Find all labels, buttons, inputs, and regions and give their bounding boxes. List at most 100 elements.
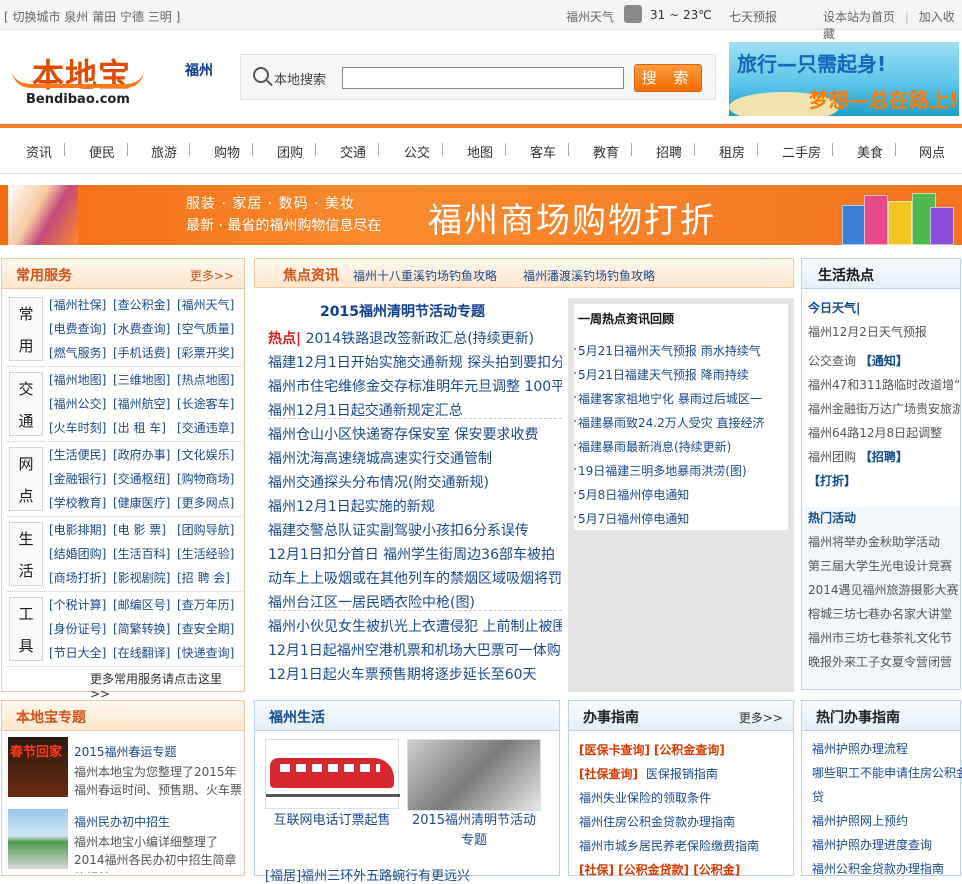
bus-news-1[interactable]: 福州47和311路临时改道增“ bbox=[808, 376, 960, 393]
service-link[interactable]: [长途客车] bbox=[177, 394, 241, 415]
fuzhou-life-caption-1[interactable]: 互联网电话订票起售 bbox=[265, 811, 399, 831]
groupbuy-link[interactable]: 福州团购 bbox=[808, 450, 856, 464]
service-link[interactable]: [查万年历] bbox=[177, 595, 241, 616]
set-home-link[interactable]: 设本站为首页 bbox=[823, 10, 895, 24]
activity-link[interactable]: 福州将举办金秋助学活动 bbox=[808, 533, 940, 550]
nav-item[interactable]: 交通 bbox=[340, 142, 366, 161]
service-link[interactable]: [电 影 票] bbox=[113, 520, 177, 541]
site-logo[interactable]: 本地宝 Bendibao.com bbox=[12, 44, 152, 110]
service-link[interactable]: [金融银行] bbox=[49, 469, 113, 490]
nav-item[interactable]: 网点 bbox=[919, 142, 945, 161]
focus-link-1[interactable]: 福州十八重溪钓场钓鱼攻略 bbox=[353, 267, 497, 284]
hot-guide-item[interactable]: 福州护照办理流程 bbox=[812, 737, 962, 761]
nav-item[interactable]: 招聘 bbox=[656, 142, 682, 161]
news-link[interactable]: 福州沈海高速绕城高速实行交通管制 bbox=[268, 448, 492, 468]
activity-link[interactable]: 福州市三坊七巷茶礼文化节 bbox=[808, 629, 952, 646]
service-link[interactable]: [团购导航] bbox=[177, 520, 241, 541]
medical-reimburse-link[interactable]: 医保报销指南 bbox=[646, 767, 718, 781]
search-input[interactable] bbox=[342, 67, 624, 89]
search-button[interactable]: 搜 索 bbox=[634, 64, 702, 92]
news-link[interactable]: 12月1日起火车票预售期将逐步延长至60天 bbox=[268, 664, 537, 684]
news-link[interactable]: 福建交警总队证实副驾驶小孩扣6分系误传 bbox=[268, 520, 529, 540]
hot-guide-item[interactable]: 福州公积金贷款办理指南 bbox=[812, 857, 962, 881]
service-link[interactable]: [商场打折] bbox=[49, 568, 113, 589]
focus-link-2[interactable]: 福州潘渡溪钓场钓鱼攻略 bbox=[523, 267, 655, 284]
topic-1-title[interactable]: 2015福州春运专题 bbox=[74, 743, 177, 760]
weekly-item[interactable]: 福建客家祖地宁化 暴雨过后城区一 bbox=[578, 390, 762, 407]
hot-guide-item[interactable]: 福州护照办理进度查询 bbox=[812, 833, 962, 857]
activity-link[interactable]: 榕城三坊七巷办名家大讲堂 bbox=[808, 605, 952, 622]
fuzhou-life-caption-2[interactable]: 2015福州清明节活动专题 bbox=[407, 811, 541, 851]
weekly-item[interactable]: 福建暴雨最新消息(持续更新) bbox=[578, 438, 731, 455]
nav-item[interactable]: 地图 bbox=[467, 142, 493, 161]
hot-news-link[interactable]: 2014铁路退改签新政汇总(持续更新) bbox=[306, 331, 535, 347]
travel-ad-banner[interactable]: 旅行—只需起身! 梦想—总在路上! bbox=[729, 42, 959, 116]
weather-item-link[interactable]: 福州12月2日天气预报 bbox=[808, 323, 927, 340]
news-headline[interactable]: 2015福州清明节活动专题 bbox=[320, 301, 485, 321]
service-link[interactable]: [结婚团购] bbox=[49, 544, 113, 565]
nav-item[interactable]: 资讯 bbox=[26, 142, 52, 161]
weekly-item[interactable]: 5月21日福州天气预报 雨水持续气 bbox=[578, 342, 761, 359]
nav-item[interactable]: 便民 bbox=[89, 142, 115, 161]
service-link[interactable]: [在线翻译] bbox=[113, 643, 177, 664]
service-link[interactable]: [三维地图] bbox=[113, 370, 177, 391]
guide-more-link[interactable]: 更多>> bbox=[739, 709, 783, 726]
service-link[interactable]: [查安全期] bbox=[177, 619, 241, 640]
service-link[interactable]: [火车时刻] bbox=[49, 418, 113, 439]
service-link[interactable]: [查公积金] bbox=[113, 295, 177, 316]
weekly-item[interactable]: 5月8日福州停电通知 bbox=[578, 486, 689, 503]
guide-bottom-tags[interactable]: [社保] [公积金贷款] [公积金] bbox=[579, 861, 740, 878]
service-link[interactable]: [电影排期] bbox=[49, 520, 113, 541]
guide-item[interactable]: 福州住房公积金贷款办理指南 bbox=[579, 813, 735, 830]
guide-item[interactable]: 福州失业保险的领取条件 bbox=[579, 789, 711, 806]
service-link[interactable]: [快递查询] bbox=[177, 643, 241, 664]
service-link[interactable]: [购物商场] bbox=[177, 469, 241, 490]
notice-tag[interactable]: 【通知】 bbox=[860, 354, 908, 368]
nav-item[interactable]: 公交 bbox=[404, 142, 430, 161]
nav-item[interactable]: 教育 bbox=[593, 142, 619, 161]
service-link[interactable]: [交通枢纽] bbox=[113, 469, 177, 490]
weekly-item[interactable]: 19日福建三明多地暴雨洪涝(图) bbox=[578, 462, 747, 479]
service-link[interactable]: [更多网点] bbox=[177, 493, 241, 514]
service-link[interactable]: [出 租 车] bbox=[113, 418, 177, 439]
service-link[interactable]: [邮编区号] bbox=[113, 595, 177, 616]
service-link[interactable]: [个税计算] bbox=[49, 595, 113, 616]
news-link[interactable]: 福州交通探头分布情况(附交通新规) bbox=[268, 472, 489, 492]
bus-news-2[interactable]: 福州金融街万达广场贵安旅游 bbox=[808, 400, 960, 417]
news-link[interactable]: 福州小伙见女生被扒光上衣遭侵犯 上前制止被围 bbox=[268, 616, 562, 636]
news-link[interactable]: 福州12月1日起实施的新规 bbox=[268, 496, 435, 516]
service-link[interactable]: [福州地图] bbox=[49, 370, 113, 391]
weather-city-link[interactable]: 福州天气 bbox=[566, 8, 614, 25]
service-link[interactable]: [政府办事] bbox=[113, 445, 177, 466]
service-link[interactable]: [影视剧院] bbox=[113, 568, 177, 589]
service-link[interactable]: [生活便民] bbox=[49, 445, 113, 466]
topic-2-title[interactable]: 福州民办初中招生 bbox=[74, 813, 170, 830]
nav-item[interactable]: 团购 bbox=[277, 142, 303, 161]
service-link[interactable]: [水费查询] bbox=[113, 319, 177, 340]
nav-item[interactable]: 美食 bbox=[857, 142, 883, 161]
service-link[interactable]: [招 聘 会] bbox=[177, 568, 241, 589]
service-link[interactable]: [健康医疗] bbox=[113, 493, 177, 514]
social-security-query-link[interactable]: [社保查询] bbox=[579, 767, 638, 781]
fund-query-link[interactable]: [公积金查询] bbox=[654, 743, 725, 757]
weekly-item[interactable]: 福建暴雨致24.2万人受灾 直接经济 bbox=[578, 414, 765, 431]
service-link[interactable]: [福州公交] bbox=[49, 394, 113, 415]
bus-news-3[interactable]: 福州64路12月8日起调整 bbox=[808, 424, 942, 441]
service-link[interactable]: [彩票开奖] bbox=[177, 343, 241, 364]
service-link[interactable]: [身份证号] bbox=[49, 619, 113, 640]
nav-item[interactable]: 购物 bbox=[214, 142, 240, 161]
service-link[interactable]: [燃气服务] bbox=[49, 343, 113, 364]
news-link[interactable]: 福州市住宅维修金交存标准明年元旦调整 100平 bbox=[268, 376, 562, 396]
nav-item[interactable]: 租房 bbox=[719, 142, 745, 161]
service-link[interactable]: [热点地图] bbox=[177, 370, 241, 391]
school-image[interactable] bbox=[8, 809, 68, 869]
service-link[interactable]: [学校教育] bbox=[49, 493, 113, 514]
exam-image[interactable] bbox=[407, 739, 541, 811]
service-link[interactable]: [福州航空] bbox=[113, 394, 177, 415]
service-link[interactable]: [空气质量] bbox=[177, 319, 241, 340]
service-link[interactable]: [节日大全] bbox=[49, 643, 113, 664]
bus-query-link[interactable]: 公交查询 bbox=[808, 354, 856, 368]
nav-item[interactable]: 二手房 bbox=[782, 142, 821, 161]
medical-card-query-link[interactable]: [医保卡查询] bbox=[579, 743, 650, 757]
service-link[interactable]: [生活经验] bbox=[177, 544, 241, 565]
